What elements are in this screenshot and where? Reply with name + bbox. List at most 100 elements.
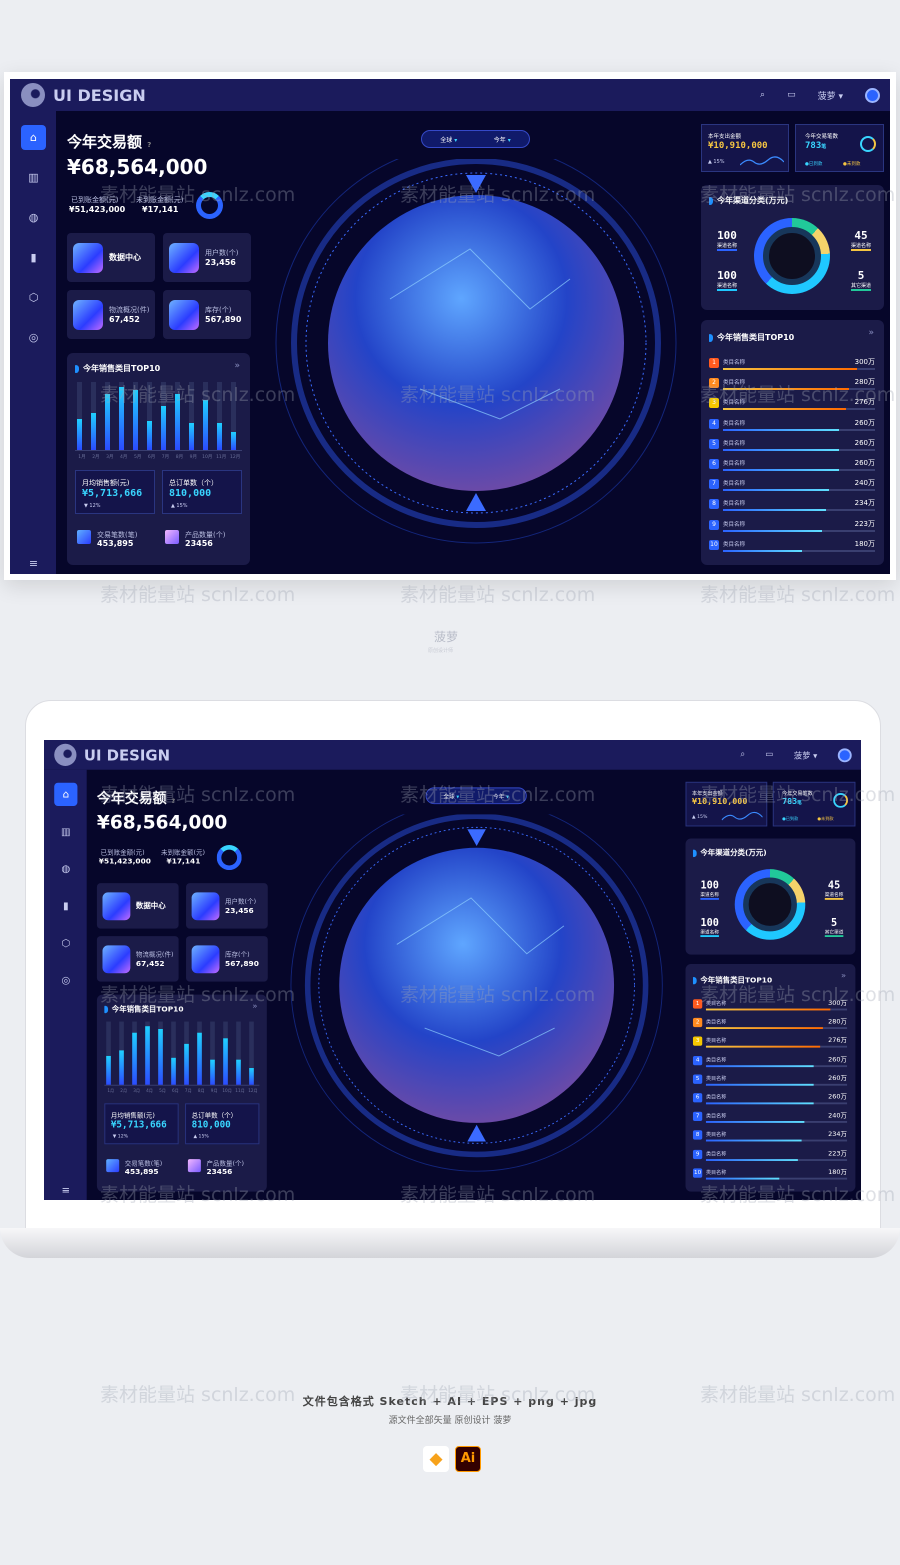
watermark: 素材能量站 scnlz.com bbox=[400, 584, 596, 606]
month-label: 3月 bbox=[133, 1089, 141, 1095]
bar bbox=[223, 1038, 228, 1085]
bar bbox=[91, 412, 96, 450]
map-icon[interactable]: ▥ bbox=[54, 820, 77, 843]
ranking-row[interactable]: 2 类目名称 280万 bbox=[692, 1016, 848, 1035]
progress-track bbox=[723, 368, 875, 370]
progress-fill bbox=[705, 1139, 802, 1142]
card-label: 本年支出金额 bbox=[708, 134, 742, 140]
tile-data-center[interactable]: 数据中心 bbox=[96, 883, 179, 929]
help-icon[interactable]: ? bbox=[147, 141, 151, 149]
map-icon[interactable]: ▥ bbox=[21, 165, 46, 190]
category-value: 300万 bbox=[854, 358, 875, 366]
home-icon[interactable]: ⌂ bbox=[21, 125, 46, 150]
card-label: 本年支出金额 bbox=[692, 791, 723, 797]
watermark: 素材能量站 scnlz.com bbox=[100, 584, 296, 606]
help-icon[interactable]: ? bbox=[171, 798, 175, 805]
target-icon[interactable]: ◎ bbox=[54, 969, 77, 992]
pending-label: 未到账金额(元) bbox=[136, 196, 184, 204]
ranking-row[interactable]: 8 类目名称 234万 bbox=[709, 497, 875, 517]
region-select[interactable]: 全球 ▾ bbox=[427, 792, 477, 800]
blocks-icon bbox=[169, 299, 199, 330]
bar-chart-icon[interactable]: ▮ bbox=[21, 245, 46, 270]
header: UI DESIGN ⌕ ▭ 菠萝 ▾ bbox=[10, 79, 890, 111]
expense-card: 本年支出金额 ¥10,910,000 ▲ 15% bbox=[685, 781, 768, 827]
panel-title: 今年销售类目TOP10 bbox=[709, 332, 794, 343]
ranking-row[interactable]: 8 类目名称 234万 bbox=[692, 1129, 848, 1148]
bar-chart-icon[interactable]: ▮ bbox=[54, 894, 77, 917]
received-value: ¥51,423,000 bbox=[98, 857, 151, 866]
category-value: 260万 bbox=[828, 1093, 848, 1101]
trade-ring bbox=[833, 792, 849, 808]
more-button[interactable]: » bbox=[252, 1002, 257, 1011]
more-button[interactable]: » bbox=[841, 971, 846, 980]
ranking-row[interactable]: 3 类目名称 276万 bbox=[692, 1035, 848, 1054]
more-button[interactable]: » bbox=[868, 328, 874, 338]
tile-logistics[interactable]: 物流概况(件) 67,452 bbox=[96, 936, 179, 982]
search-icon[interactable]: ⌕ bbox=[760, 90, 765, 100]
ranking-row[interactable]: 10 类目名称 180万 bbox=[692, 1166, 848, 1185]
progress-track bbox=[723, 489, 875, 492]
tile-value: 23,456 bbox=[205, 258, 236, 267]
bar bbox=[161, 406, 166, 450]
period-select[interactable]: 今年 ▾ bbox=[476, 135, 530, 144]
progress-track bbox=[705, 1177, 848, 1180]
globe-icon[interactable]: ◍ bbox=[54, 857, 77, 880]
home-icon[interactable]: ⌂ bbox=[54, 782, 78, 806]
ranking-row[interactable]: 1 类目名称 300万 bbox=[709, 356, 875, 376]
tile-inventory[interactable]: 库存(个) 567,890 bbox=[186, 936, 268, 982]
ranking-row[interactable]: 3 类目名称 276万 bbox=[709, 396, 875, 416]
ranking-panel: 今年销售类目TOP10 » 1 类目名称 300万 2 类目名称 280万 3 类目名称 276… bbox=[701, 320, 884, 565]
message-icon[interactable]: ▭ bbox=[765, 750, 773, 759]
tile-logistics[interactable]: 物流概况(件) 67,452 bbox=[67, 290, 155, 339]
category-value: 240万 bbox=[828, 1111, 848, 1120]
user-menu[interactable]: 菠萝 ▾ bbox=[794, 749, 818, 761]
period-select[interactable]: 今年 ▾ bbox=[476, 792, 526, 800]
tile-users[interactable]: 用户数(个) 23,456 bbox=[163, 233, 251, 282]
ranking-row[interactable]: 4 类目名称 260万 bbox=[692, 1054, 848, 1073]
channel-donut bbox=[754, 218, 830, 294]
channel-panel: 今年渠道分类(万元) 100 渠道名称 45 渠道名称 100 渠道名称 5 其它渠道 bbox=[701, 185, 884, 310]
ranking-row[interactable]: 6 类目名称 260万 bbox=[709, 457, 875, 477]
ranking-row[interactable]: 5 类目名称 260万 bbox=[709, 437, 875, 457]
stat-label: 总订单数（个） bbox=[169, 479, 218, 487]
tile-users[interactable]: 用户数(个) 23,456 bbox=[186, 883, 268, 929]
ranking-row[interactable]: 7 类目名称 240万 bbox=[692, 1110, 848, 1129]
avatar[interactable] bbox=[865, 87, 880, 103]
progress-fill bbox=[723, 549, 803, 552]
bar bbox=[133, 390, 138, 450]
rank-badge: 8 bbox=[709, 499, 719, 510]
more-button[interactable]: » bbox=[234, 361, 240, 371]
globe-visual bbox=[275, 159, 677, 544]
stat-change: ▲ 15% bbox=[193, 1134, 209, 1140]
region-select[interactable]: 全球 ▾ bbox=[422, 135, 476, 144]
tile-data-center[interactable]: 数据中心 bbox=[67, 233, 155, 282]
ranking-row[interactable]: 9 类目名称 223万 bbox=[692, 1148, 848, 1167]
ranking-row[interactable]: 4 类目名称 260万 bbox=[709, 417, 875, 437]
ranking-row[interactable]: 10 类目名称 180万 bbox=[709, 538, 875, 558]
panel-title: 今年渠道分类(万元) bbox=[693, 848, 766, 858]
cube-icon[interactable]: ⬡ bbox=[54, 931, 77, 954]
ranking-row[interactable]: 9 类目名称 223万 bbox=[709, 518, 875, 538]
search-icon[interactable]: ⌕ bbox=[740, 750, 745, 759]
month-label: 11月 bbox=[235, 1089, 245, 1095]
ranking-row[interactable]: 7 类目名称 240万 bbox=[709, 477, 875, 497]
cube-icon[interactable]: ⬡ bbox=[21, 285, 46, 310]
menu-icon[interactable]: ≡ bbox=[21, 551, 46, 574]
orders-box: 总订单数（个） 810,000 ▲ 15% bbox=[185, 1103, 260, 1145]
dashboard: UI DESIGN ⌕ ▭ 菠萝 ▾ ⌂ ▥ ◍ ▮ ⬡ ◎ ≡ 全球 ▾ 今年… bbox=[10, 79, 890, 574]
globe-icon[interactable]: ◍ bbox=[21, 205, 46, 230]
ranking-row[interactable]: 2 类目名称 280万 bbox=[709, 376, 875, 396]
avatar[interactable] bbox=[837, 747, 852, 762]
card-value: ¥10,910,000 bbox=[708, 141, 768, 151]
ranking-row[interactable]: 1 类目名称 300万 bbox=[692, 997, 848, 1016]
message-icon[interactable]: ▭ bbox=[787, 90, 796, 100]
tile-inventory[interactable]: 库存(个) 567,890 bbox=[163, 290, 251, 339]
user-menu[interactable]: 菠萝 ▾ bbox=[818, 89, 843, 102]
ranking-row[interactable]: 5 类目名称 260万 bbox=[692, 1072, 848, 1091]
progress-fill bbox=[723, 529, 822, 532]
tile-label: 物流概况(件) bbox=[135, 950, 174, 959]
progress-track bbox=[705, 1046, 848, 1048]
menu-icon[interactable]: ≡ bbox=[54, 1179, 77, 1200]
target-icon[interactable]: ◎ bbox=[21, 325, 46, 350]
ranking-row[interactable]: 6 类目名称 260万 bbox=[692, 1091, 848, 1110]
